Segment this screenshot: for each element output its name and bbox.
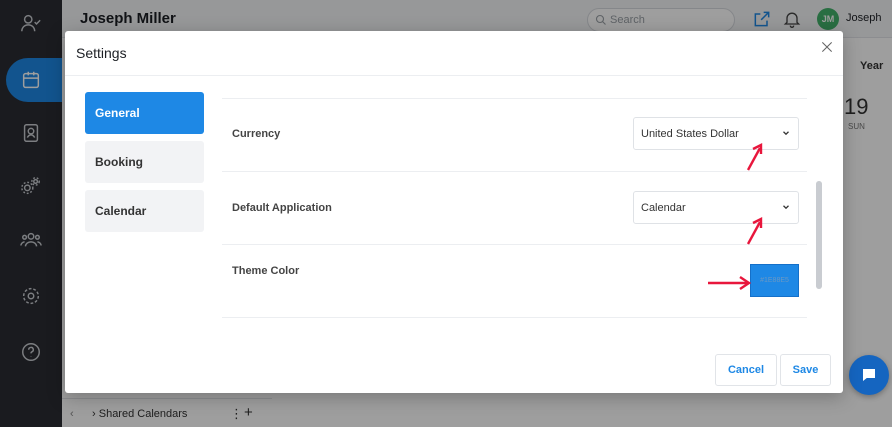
row-divider	[222, 244, 807, 245]
tab-calendar[interactable]: Calendar	[85, 190, 204, 232]
settings-content: Currency United States Dollar Default Ap…	[222, 76, 822, 331]
cancel-button[interactable]: Cancel	[715, 354, 777, 386]
theme-color-label: Theme Color	[232, 265, 300, 277]
annotation-arrow	[746, 217, 763, 245]
currency-value: United States Dollar	[641, 128, 739, 140]
settings-modal: Settings General Booking Calendar Curren…	[65, 31, 843, 393]
theme-color-picker[interactable]: #1E88E5	[750, 264, 799, 297]
annotation-arrow	[708, 276, 752, 290]
chevron-down-icon	[783, 205, 789, 210]
chat-icon	[863, 369, 875, 381]
tab-general[interactable]: General	[85, 92, 204, 134]
annotation-arrow	[746, 143, 763, 171]
default-application-select[interactable]: Calendar	[633, 191, 799, 224]
scrollbar-thumb[interactable]	[816, 181, 822, 289]
currency-label: Currency	[232, 128, 281, 140]
save-button[interactable]: Save	[780, 354, 831, 386]
close-icon[interactable]	[819, 39, 835, 55]
tab-booking[interactable]: Booking	[85, 141, 204, 183]
default-application-label: Default Application	[232, 202, 332, 214]
row-divider	[222, 171, 807, 172]
scrollbar[interactable]	[816, 181, 822, 289]
chat-button[interactable]	[849, 355, 889, 395]
chevron-down-icon	[783, 131, 789, 136]
row-divider	[222, 98, 807, 99]
default-application-value: Calendar	[641, 202, 686, 214]
modal-title: Settings	[76, 45, 127, 61]
calendar-app: Joseph Miller Search JM Joseph Year 19 S…	[0, 0, 892, 427]
currency-select[interactable]: United States Dollar	[633, 117, 799, 150]
row-divider	[222, 317, 807, 318]
